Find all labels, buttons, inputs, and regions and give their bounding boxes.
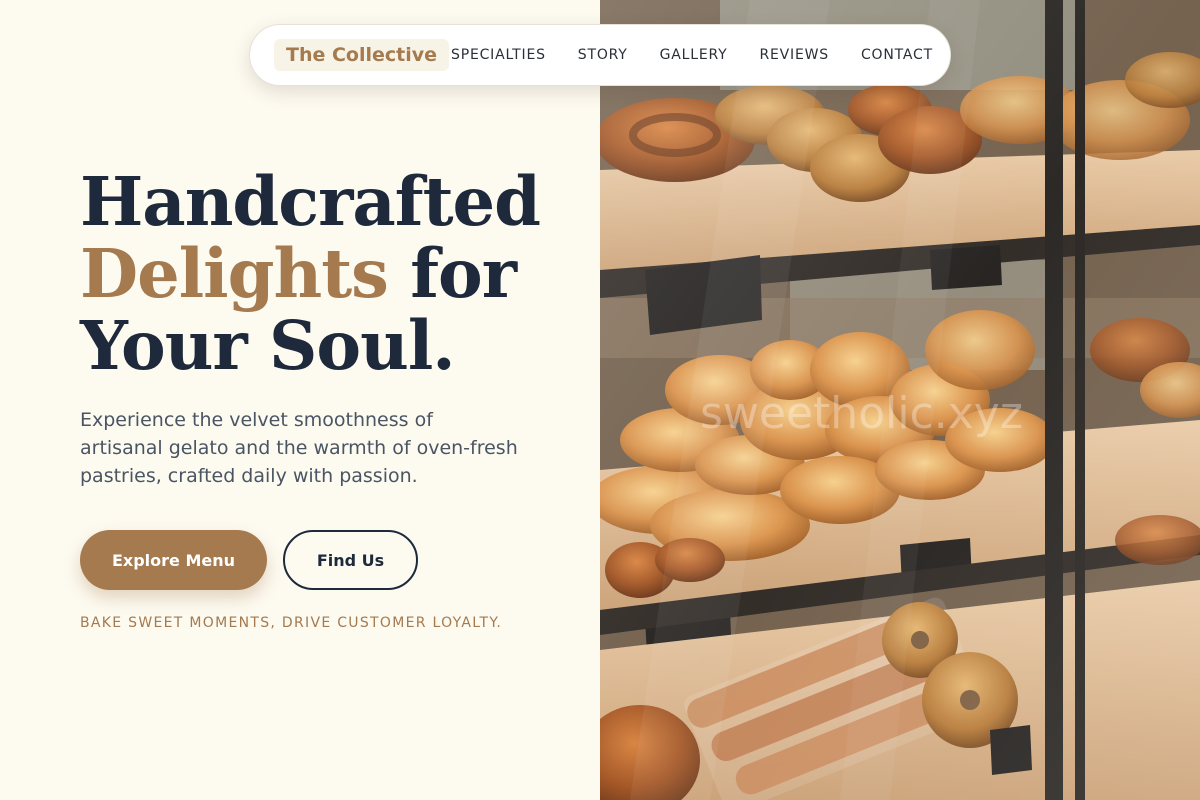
nav-link-specialties[interactable]: SPECIALTIES — [451, 47, 546, 63]
headline-line-3: Your Soul. — [80, 306, 456, 385]
headline-line-2-rest: for — [387, 234, 517, 313]
image-watermark: sweetholic.xyz — [700, 388, 1023, 439]
hero-headline: Handcrafted Delights for Your Soul. — [80, 166, 580, 382]
hero-subcopy: Experience the velvet smoothness of arti… — [80, 409, 518, 487]
nav-link-reviews[interactable]: REVIEWS — [759, 47, 828, 63]
nav-links: SPECIALTIES STORY GALLERY REVIEWS CONTAC… — [451, 47, 933, 63]
explore-menu-button[interactable]: Explore Menu — [80, 530, 267, 590]
nav-link-contact[interactable]: CONTACT — [861, 47, 933, 63]
nav-link-story[interactable]: STORY — [578, 47, 628, 63]
hero-image: sweetholic.xyz — [600, 0, 1200, 800]
nav-link-gallery[interactable]: GALLERY — [660, 47, 728, 63]
top-nav: The Collective SPECIALTIES STORY GALLERY… — [249, 24, 951, 86]
brand-logo[interactable]: The Collective — [274, 39, 450, 71]
find-us-button[interactable]: Find Us — [283, 530, 418, 590]
headline-line-1: Handcrafted — [80, 162, 541, 241]
hero-tagline: BAKE SWEET MOMENTS, DRIVE CUSTOMER LOYAL… — [80, 615, 503, 631]
headline-accent-word: Delights — [80, 234, 389, 313]
